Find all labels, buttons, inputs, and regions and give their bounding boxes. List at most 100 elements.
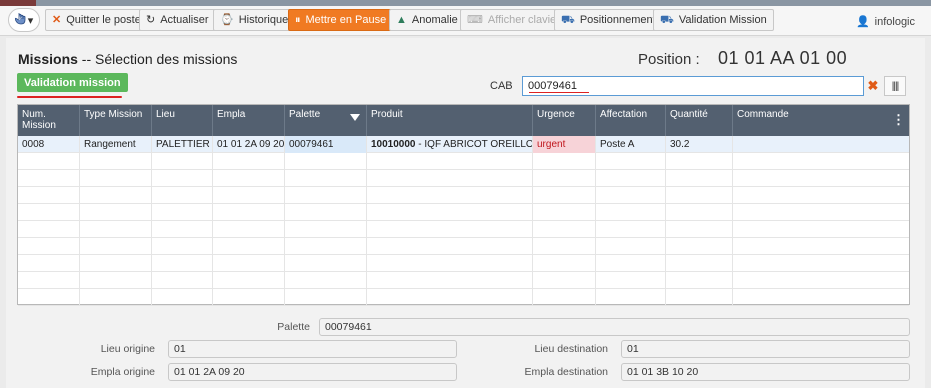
empty-cell (666, 170, 733, 187)
empty-table-row (18, 289, 909, 306)
chevron-down-icon: ▾ (27, 14, 34, 27)
validation-mission-button[interactable]: Validation mission (17, 73, 128, 92)
validate-mission-toolbar-button[interactable]: ⛟ Validation Mission (653, 9, 774, 31)
column-menu-icon[interactable]: ⋮ (892, 112, 905, 128)
empty-cell (596, 238, 666, 255)
empty-table-row (18, 170, 909, 187)
grid-header: Num. Mission Type Mission Lieu Empla Pal… (18, 105, 909, 136)
col-header-quantite[interactable]: Quantité (666, 105, 733, 136)
clear-icon[interactable]: ✖ (866, 78, 880, 94)
empty-cell (80, 221, 152, 238)
empty-cell (367, 221, 533, 238)
empty-cell (367, 153, 533, 170)
empty-cell (367, 255, 533, 272)
destination-location-label: Lieu destination (534, 343, 608, 355)
col-header-produit[interactable]: Produit (367, 105, 533, 136)
col-header-type-mission[interactable]: Type Mission (80, 105, 152, 136)
position-value: 01 01 AA 01 00 (718, 48, 848, 68)
table-row[interactable]: 0008 Rangement PALETTIER 01 01 2A 09 20 … (18, 136, 909, 153)
empty-cell (596, 289, 666, 306)
anomaly-button[interactable]: ▲ Anomalie (389, 9, 465, 31)
history-label: Historique (238, 14, 289, 26)
col-header-lieu[interactable]: Lieu (152, 105, 213, 136)
empty-cell (596, 255, 666, 272)
empty-cell (367, 238, 533, 255)
empty-cell (18, 187, 80, 204)
empty-cell (666, 238, 733, 255)
empty-cell (80, 289, 152, 306)
quit-station-button[interactable]: ✕ Quitter le poste (45, 9, 148, 31)
empty-cell (213, 170, 285, 187)
refresh-button[interactable]: ↻ Actualiser (139, 9, 216, 31)
product-label: - IQF ABRICOT OREILLO... (415, 139, 533, 150)
empty-cell (733, 255, 909, 272)
empty-table-row (18, 153, 909, 170)
destination-slot-field: 01 01 3B 10 20 (621, 363, 910, 381)
empty-cell (152, 238, 213, 255)
col-header-num-mission[interactable]: Num. Mission (18, 105, 80, 136)
empty-cell (733, 289, 909, 306)
show-keyboard-label: Afficher clavier (487, 14, 560, 26)
col-header-commande[interactable]: Commande (733, 105, 909, 136)
empty-cell (596, 221, 666, 238)
empty-cell (80, 238, 152, 255)
refresh-icon: ↻ (146, 13, 156, 26)
close-icon: ✕ (52, 13, 62, 26)
col-header-urgence[interactable]: Urgence (533, 105, 596, 136)
col-header-affectation[interactable]: Affectation (596, 105, 666, 136)
empty-cell (666, 289, 733, 306)
empty-cell (213, 153, 285, 170)
empty-cell (533, 204, 596, 221)
origin-slot-field: 01 01 2A 09 20 (168, 363, 457, 381)
cab-underline (529, 92, 589, 93)
empty-table-row (18, 221, 909, 238)
user-icon: 👤 (855, 16, 870, 28)
empty-cell (18, 153, 80, 170)
empty-cell (285, 204, 367, 221)
cell-palette: 00079461 (285, 136, 367, 153)
keyboard-icon: ⌨ (467, 13, 483, 26)
col-header-palette[interactable]: Palette (285, 105, 367, 136)
empty-cell (596, 272, 666, 289)
cab-input[interactable] (522, 76, 864, 96)
brand-name: infologic (874, 15, 915, 28)
filter-icon[interactable] (350, 114, 360, 121)
empty-cell (533, 170, 596, 187)
history-button[interactable]: ⌚ Historique (213, 9, 296, 31)
empty-cell (666, 272, 733, 289)
empty-cell (213, 187, 285, 204)
positioning-button[interactable]: ⛟ Positionnement (554, 9, 663, 31)
empty-cell (733, 238, 909, 255)
show-keyboard-button[interactable]: ⌨ Afficher clavier (460, 9, 567, 31)
empty-table-row (18, 204, 909, 221)
empty-cell (533, 255, 596, 272)
empty-cell (18, 238, 80, 255)
empty-cell (666, 204, 733, 221)
missions-grid: Num. Mission Type Mission Lieu Empla Pal… (17, 104, 910, 306)
barcode-icon[interactable]: |||| (884, 76, 906, 96)
empty-cell (152, 255, 213, 272)
cell-lieu: PALETTIER (152, 136, 213, 153)
quit-station-label: Quitter le poste (66, 14, 141, 26)
palette-field: 00079461 (319, 318, 910, 336)
empty-table-row (18, 272, 909, 289)
pause-button[interactable]: ⏸ Mettre en Pause (288, 9, 394, 31)
positioning-label: Positionnement (579, 14, 656, 26)
destination-location-field: 01 (621, 340, 910, 358)
col-header-palette-label: Palette (289, 109, 321, 120)
empty-cell (367, 170, 533, 187)
empty-cell (367, 289, 533, 306)
hand-menu-button[interactable]: ▾ (8, 8, 40, 32)
empty-cell (733, 187, 909, 204)
empty-cell (596, 204, 666, 221)
pause-icon: ⏸ (295, 13, 301, 26)
empty-cell (666, 221, 733, 238)
empty-cell (80, 170, 152, 187)
col-header-empla[interactable]: Empla (213, 105, 285, 136)
empty-cell (285, 170, 367, 187)
empty-cell (18, 272, 80, 289)
destination-slot-label: Empla destination (524, 366, 608, 378)
empty-cell (733, 221, 909, 238)
hand-icon (14, 12, 26, 28)
page-title: Missions -- Sélection des missions (18, 51, 237, 67)
